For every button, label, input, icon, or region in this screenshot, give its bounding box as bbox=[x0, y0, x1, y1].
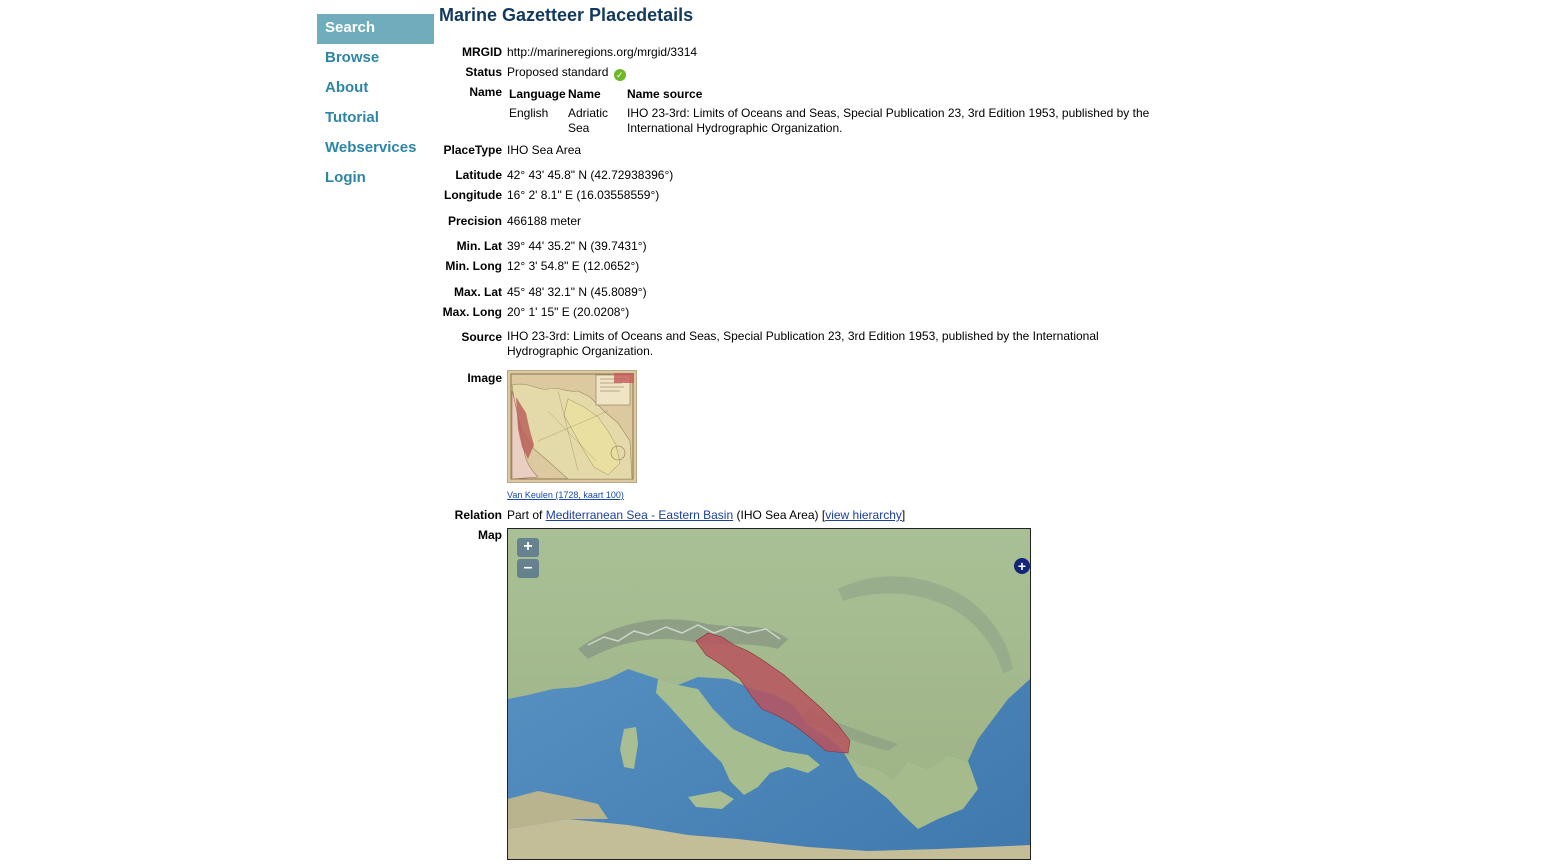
nav-login[interactable]: Login bbox=[317, 164, 434, 194]
sidebar-nav: Search Browse About Tutorial Webservices… bbox=[317, 14, 434, 194]
name-header-language: Language bbox=[509, 87, 566, 101]
relation-type: (IHO Sea Area) bbox=[736, 508, 819, 522]
zoom-out-button[interactable]: – bbox=[517, 559, 539, 578]
zoom-in-button[interactable]: + bbox=[517, 538, 539, 557]
source-value: IHO 23-3rd: Limits of Oceans and Seas, S… bbox=[507, 329, 1099, 358]
precision-value: 466188 meter bbox=[507, 214, 582, 228]
placetype-label: PlaceType bbox=[443, 143, 502, 157]
nav-browse[interactable]: Browse bbox=[317, 44, 434, 74]
name-header-source: Name source bbox=[627, 87, 703, 101]
status-value-wrap: Proposed standard ✓ bbox=[507, 65, 626, 81]
historic-map-thumbnail[interactable] bbox=[507, 370, 637, 483]
min-long-label: Min. Long bbox=[445, 259, 502, 273]
max-long-label: Max. Long bbox=[442, 305, 502, 319]
max-long-value: 20° 1' 15" E (20.0208°) bbox=[507, 305, 630, 319]
latitude-label: Latitude bbox=[455, 168, 502, 182]
min-lat-label: Min. Lat bbox=[456, 239, 502, 253]
max-lat-value: 45° 48' 32.1" N (45.8089°) bbox=[507, 285, 647, 299]
status-value: Proposed standard bbox=[507, 65, 609, 79]
mrgid-value: http://marineregions.org/mrgid/3314 bbox=[507, 45, 698, 59]
view-hierarchy-link[interactable]: view hierarchy bbox=[825, 508, 902, 522]
source-label: Source bbox=[461, 330, 502, 344]
nav-tutorial[interactable]: Tutorial bbox=[317, 104, 434, 134]
map-basemap bbox=[508, 529, 1030, 859]
relation-prefix: Part of bbox=[507, 508, 543, 522]
name-header-name: Name bbox=[568, 87, 601, 101]
image-label: Image bbox=[467, 371, 502, 385]
max-lat-label: Max. Lat bbox=[453, 285, 502, 299]
name-cell-language: English bbox=[509, 106, 549, 120]
longitude-label: Longitude bbox=[444, 188, 502, 202]
historic-map-drawing bbox=[508, 371, 636, 482]
min-long-value: 12° 3' 54.8" E (12.0652°) bbox=[507, 259, 640, 273]
latitude-value: 42° 43' 45.8" N (42.72938396°) bbox=[507, 168, 674, 182]
min-lat-value: 39° 44' 35.2" N (39.7431°) bbox=[507, 239, 647, 253]
check-circle-icon: ✓ bbox=[613, 69, 626, 81]
image-caption-link[interactable]: Van Keulen (1728, kaart 100) bbox=[507, 490, 624, 500]
relation-value: Part of Mediterranean Sea - Eastern Basi… bbox=[507, 508, 906, 522]
parent-area-link[interactable]: Mediterranean Sea - Eastern Basin bbox=[546, 508, 733, 522]
page-title: Marine Gazetteer Placedetails bbox=[439, 5, 694, 25]
name-label: Name bbox=[469, 85, 502, 99]
mrgid-label: MRGID bbox=[462, 45, 502, 59]
precision-label: Precision bbox=[447, 214, 502, 228]
relation-label: Relation bbox=[454, 508, 502, 522]
status-label: Status bbox=[465, 65, 502, 79]
longitude-value: 16° 2' 8.1" E (16.03558559°) bbox=[507, 188, 660, 202]
nav-webservices[interactable]: Webservices bbox=[317, 134, 434, 164]
name-cell-name: Adriatic Sea bbox=[568, 106, 609, 135]
placetype-value: IHO Sea Area bbox=[507, 143, 582, 157]
name-cell-source: IHO 23-3rd: Limits of Oceans and Seas, S… bbox=[627, 106, 1150, 135]
map-label: Map bbox=[478, 528, 502, 542]
nav-search[interactable]: Search bbox=[317, 14, 434, 44]
layer-switcher-icon[interactable]: + bbox=[1014, 558, 1030, 574]
nav-about[interactable]: About bbox=[317, 74, 434, 104]
map-viewer[interactable]: + – + bbox=[507, 528, 1031, 860]
